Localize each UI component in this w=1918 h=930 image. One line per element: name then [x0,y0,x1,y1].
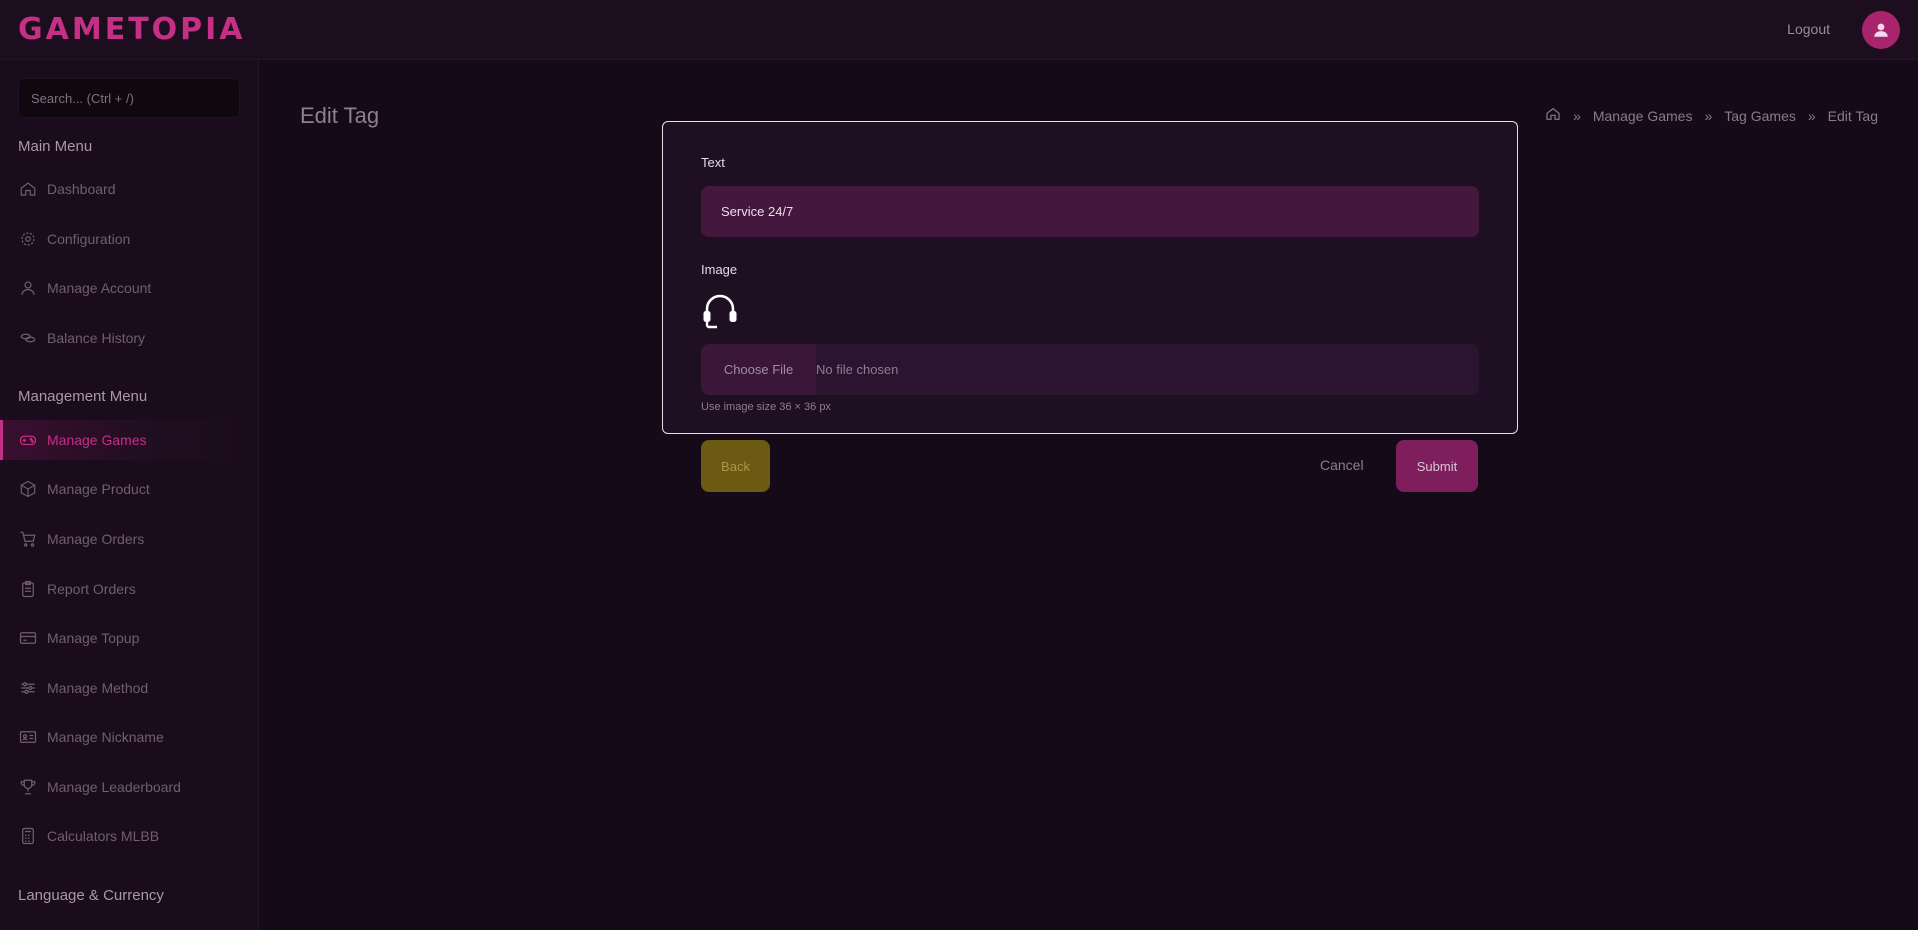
sidebar-item-manage-method[interactable]: Manage Method [0,668,258,708]
sidebar-item-configuration[interactable]: Configuration [0,219,258,259]
logout-link[interactable]: Logout [1787,21,1830,37]
sidebar-item-label: Manage Method [47,680,149,696]
user-icon [1874,23,1888,37]
breadcrumb-manage-games[interactable]: Manage Games [1593,108,1693,124]
sidebar-item-calculators-mlbb[interactable]: Calculators MLBB [0,816,258,856]
clipboard-icon [18,579,38,599]
edit-tag-form: Text Image Choose File No file chosen Us… [662,121,1518,434]
sidebar-item-label: Dashboard [47,181,116,197]
submit-button[interactable]: Submit [1396,440,1478,492]
wallet-icon [18,628,38,648]
sidebar-item-label: Manage Account [47,280,152,296]
home-icon[interactable] [1545,106,1561,125]
trophy-icon [18,777,38,797]
box-icon [18,479,38,499]
sidebar-item-label: Manage Nickname [47,729,164,745]
search-input[interactable] [18,78,240,118]
gear-icon [18,229,38,249]
app-logo[interactable]: GAMETOPIA [18,12,246,47]
sidebar-item-label: Manage Product [47,481,150,497]
avatar[interactable] [1862,11,1900,49]
coins-icon [18,328,38,348]
id-card-icon [18,727,38,747]
home-icon [18,179,38,199]
sidebar-item-manage-orders[interactable]: Manage Orders [0,519,258,559]
user-icon [18,278,38,298]
management-menu-title: Management Menu [18,388,148,405]
image-size-hint: Use image size 36 × 36 px [701,401,831,413]
breadcrumb-tag-games[interactable]: Tag Games [1724,108,1796,124]
cart-icon [18,529,38,549]
sidebar-item-label: Configuration [47,231,131,247]
sidebar-item-dashboard[interactable]: Dashboard [0,169,258,209]
sidebar: Main Menu Dashboard Configuration Manage… [0,60,259,930]
main-menu-title: Main Menu [18,138,93,155]
page-title: Edit Tag [300,103,380,128]
gamepad-icon [18,430,38,450]
breadcrumb-edit-tag: Edit Tag [1827,107,1878,124]
sidebar-item-balance-history[interactable]: Balance History [0,318,258,358]
language-currency-title: Language & Currency [18,887,164,904]
sidebar-item-label: Calculators MLBB [47,828,160,844]
sidebar-item-label: Report Orders [47,581,136,597]
sidebar-item-label: Balance History [47,330,146,346]
breadcrumb: » Manage Games » Tag Games » Edit Tag [1545,106,1878,125]
chevrons-right-icon: » [1573,107,1581,124]
file-input[interactable]: Choose File No file chosen [701,344,1479,395]
calculator-icon [18,826,38,846]
sidebar-item-manage-games[interactable]: Manage Games [0,420,258,460]
headset-icon [701,292,739,330]
sidebar-item-manage-account[interactable]: Manage Account [0,268,258,308]
text-field[interactable] [701,186,1479,237]
chevrons-right-icon: » [1704,107,1713,124]
sidebar-item-manage-topup[interactable]: Manage Topup [0,618,258,658]
sidebar-item-manage-nickname[interactable]: Manage Nickname [0,717,258,757]
text-label: Text [701,155,725,170]
cancel-button[interactable]: Cancel [1320,457,1364,473]
sliders-icon [18,678,38,698]
sidebar-item-manage-leaderboard[interactable]: Manage Leaderboard [0,767,258,807]
sidebar-item-label: Manage Leaderboard [47,779,181,795]
image-label: Image [701,262,738,277]
back-button[interactable]: Back [701,440,770,492]
sidebar-item-label: Manage Games [47,432,147,448]
sidebar-item-label: Manage Orders [47,531,145,547]
file-status: No file chosen [816,362,899,377]
choose-file-button[interactable]: Choose File [701,344,816,395]
sidebar-item-manage-product[interactable]: Manage Product [0,469,258,509]
sidebar-item-report-orders[interactable]: Report Orders [0,569,258,609]
top-header: GAMETOPIA Logout [0,0,1918,60]
sidebar-item-label: Manage Topup [47,630,140,646]
chevrons-right-icon: » [1807,107,1816,124]
